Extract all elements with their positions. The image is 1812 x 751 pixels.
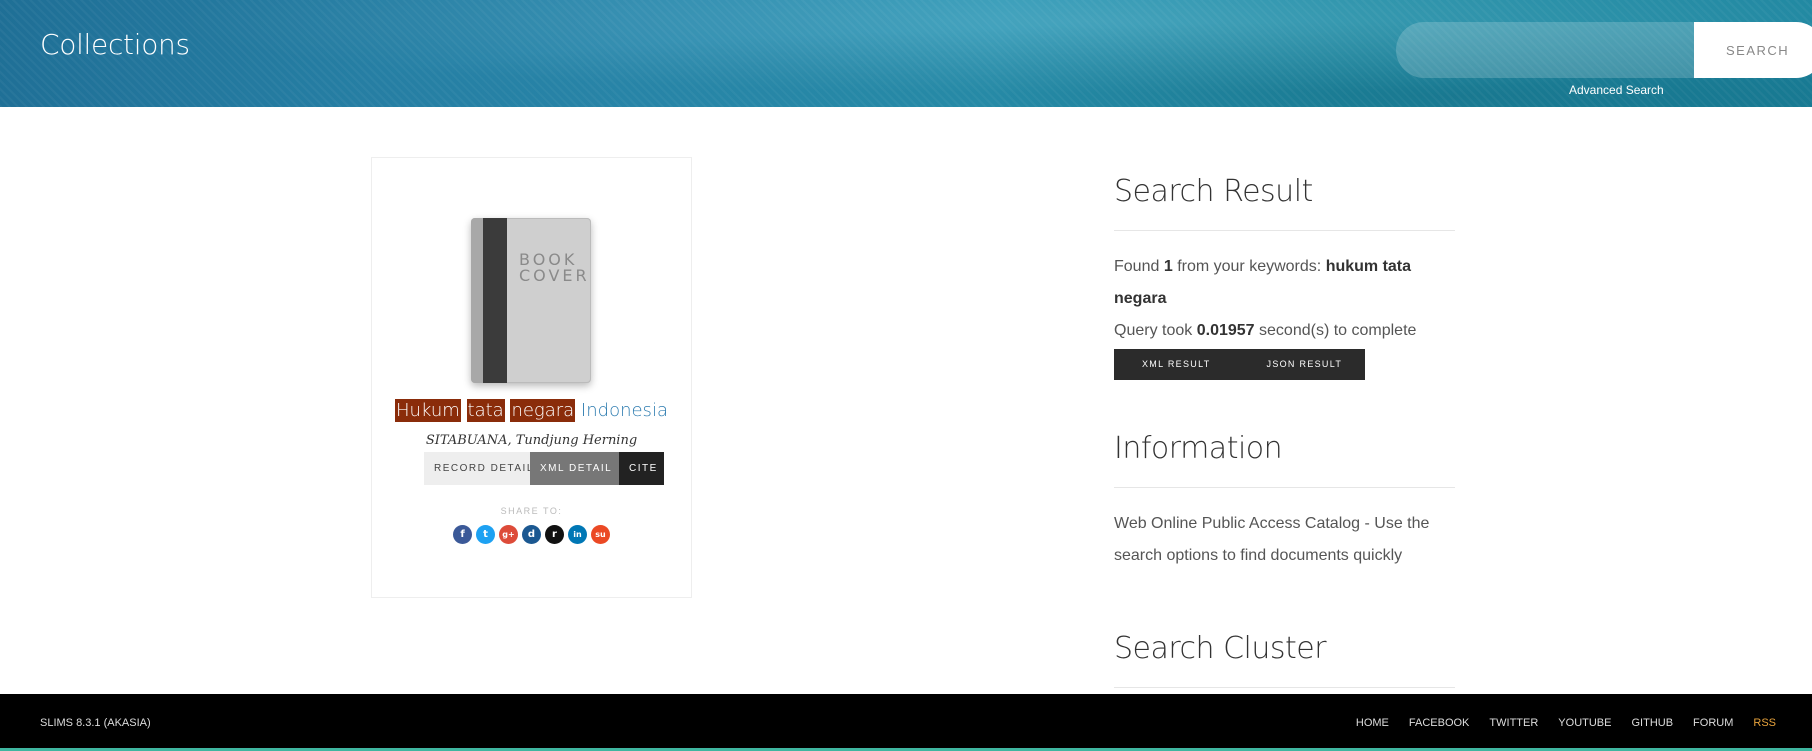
twitter-icon[interactable]: t: [476, 525, 495, 544]
query-time: 0.01957: [1196, 322, 1255, 339]
book-title-link[interactable]: Hukum tata negara Indonesia: [372, 399, 691, 422]
search-cluster-section: Search Cluster: [1114, 631, 1455, 666]
found-middle: from your keywords:: [1177, 258, 1322, 275]
title-highlight: tata: [466, 399, 505, 422]
search-button[interactable]: SEARCH: [1694, 22, 1812, 78]
query-prefix: Query took: [1114, 322, 1193, 339]
stumbleupon-icon[interactable]: su: [591, 525, 610, 544]
share-icons: f t g+ d r in su: [453, 525, 610, 544]
search-cluster-heading: Search Cluster: [1114, 631, 1327, 666]
book-spine-light: [471, 218, 483, 383]
title-highlight: negara: [510, 399, 576, 422]
facebook-icon[interactable]: f: [453, 525, 472, 544]
divider: [1114, 687, 1455, 688]
page-title: Collections: [40, 28, 190, 61]
search-result-summary: Found 1 from your keywords: hukum tata n…: [1114, 251, 1455, 347]
footer-nav: HOME FACEBOOK TWITTER YOUTUBE GITHUB FOR…: [1356, 717, 1776, 729]
author-link[interactable]: SITABUANA, Tundjung Herning: [372, 433, 691, 448]
search-result-section: Search Result: [1114, 174, 1455, 209]
title-rest: Indonesia: [580, 400, 668, 421]
site-footer: SLIMS 8.3.1 (AKASIA) HOME FACEBOOK TWITT…: [0, 694, 1812, 751]
result-export-buttons: XML RESULT JSON RESULT: [1114, 349, 1365, 380]
information-heading: Information: [1114, 431, 1283, 466]
book-spine-dark: [483, 218, 507, 383]
query-suffix: second(s) to complete: [1259, 322, 1417, 339]
footer-version: SLIMS 8.3.1 (AKASIA): [40, 717, 151, 729]
book-cover-text-line2: COVER: [519, 266, 590, 285]
share-label: SHARE TO:: [500, 506, 563, 516]
information-text: Web Online Public Access Catalog - Use t…: [1114, 515, 1430, 564]
record-detail-button[interactable]: RECORD DETAIL: [424, 452, 532, 485]
book-cover-text: BOOK COVER: [519, 252, 589, 284]
information-section: Information: [1114, 431, 1455, 466]
footer-link-rss[interactable]: RSS: [1753, 717, 1776, 729]
footer-link-home[interactable]: HOME: [1356, 717, 1389, 729]
title-highlight: Hukum: [395, 399, 461, 422]
record-actions: RECORD DETAIL XML DETAIL CITE: [424, 452, 664, 485]
search-box: SEARCH: [1396, 22, 1812, 78]
advanced-search-link[interactable]: Advanced Search: [1569, 83, 1664, 97]
xml-detail-button[interactable]: XML DETAIL: [530, 452, 619, 485]
cite-button[interactable]: CITE: [619, 452, 664, 485]
found-count: 1: [1163, 258, 1173, 275]
divider: [1114, 230, 1455, 231]
digg-icon[interactable]: d: [522, 525, 541, 544]
book-cover-image[interactable]: BOOK COVER: [471, 218, 591, 383]
divider: [1114, 487, 1455, 488]
site-header: Collections SEARCH Advanced Search: [0, 0, 1812, 107]
search-input[interactable]: [1396, 22, 1696, 78]
found-prefix: Found: [1114, 258, 1160, 275]
json-result-button[interactable]: JSON RESULT: [1239, 349, 1371, 380]
linkedin-icon[interactable]: in: [568, 525, 587, 544]
footer-link-youtube[interactable]: YOUTUBE: [1558, 717, 1611, 729]
result-card: BOOK COVER Hukum tata negara Indonesia S…: [371, 157, 692, 598]
footer-link-facebook[interactable]: FACEBOOK: [1409, 717, 1470, 729]
footer-link-forum[interactable]: FORUM: [1693, 717, 1733, 729]
google-plus-icon[interactable]: g+: [499, 525, 518, 544]
search-result-heading: Search Result: [1114, 174, 1313, 209]
footer-link-github[interactable]: GITHUB: [1631, 717, 1673, 729]
reddit-icon[interactable]: r: [545, 525, 564, 544]
footer-link-twitter[interactable]: TWITTER: [1489, 717, 1538, 729]
xml-result-button[interactable]: XML RESULT: [1114, 349, 1239, 380]
